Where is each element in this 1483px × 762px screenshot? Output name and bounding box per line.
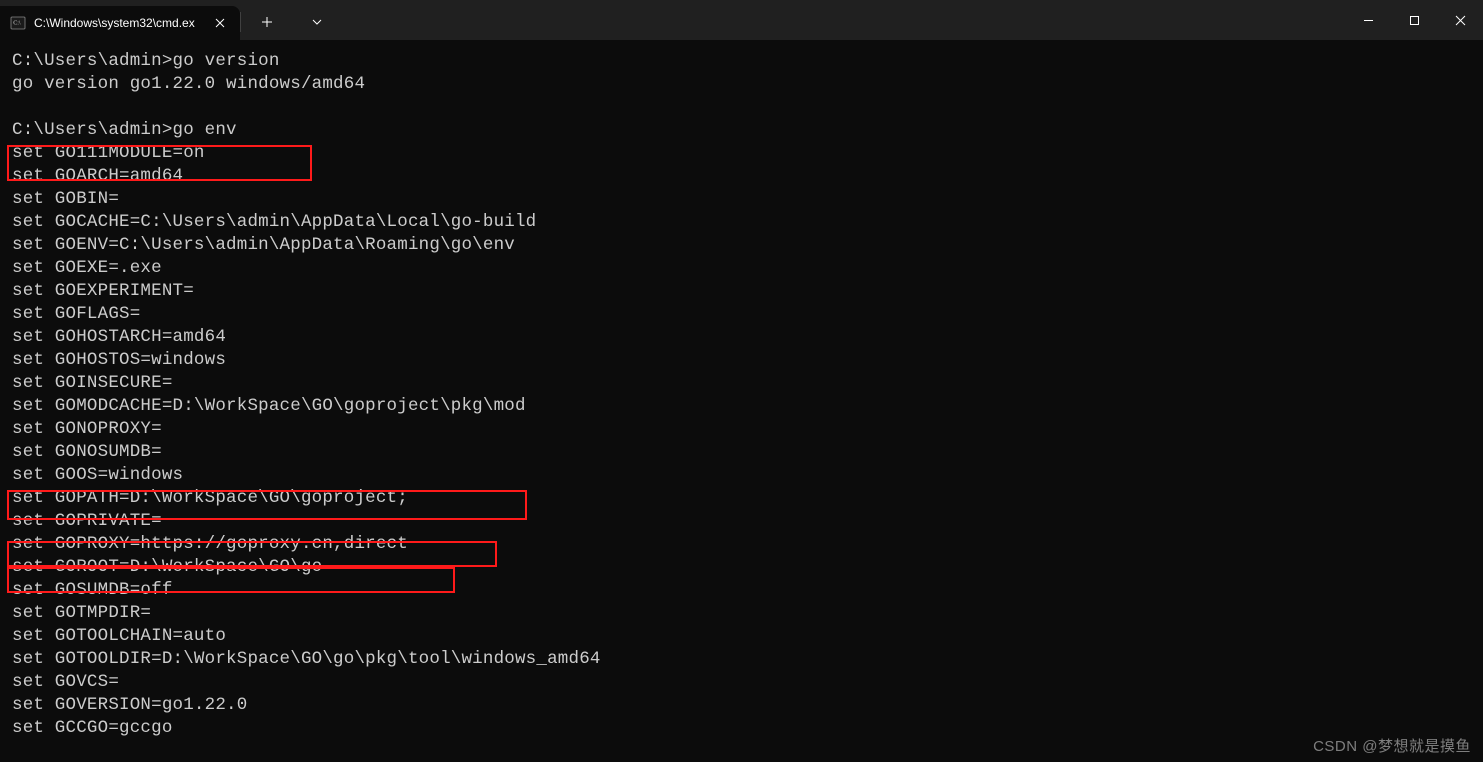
- terminal-line: set GOVERSION=go1.22.0: [12, 694, 1471, 717]
- terminal-line: set GOINSECURE=: [12, 372, 1471, 395]
- terminal-line: set GOBIN=: [12, 188, 1471, 211]
- terminal-line: C:\Users\admin>go env: [12, 119, 1471, 142]
- terminal-line: set GOMODCACHE=D:\WorkSpace\GO\goproject…: [12, 395, 1471, 418]
- terminal-tab[interactable]: C:\ C:\Windows\system32\cmd.ex: [0, 6, 240, 40]
- terminal-line: set GOPATH=D:\WorkSpace\GO\goproject;: [12, 487, 1471, 510]
- cmd-icon: C:\: [10, 15, 26, 31]
- terminal-line: C:\Users\admin>go version: [12, 50, 1471, 73]
- terminal-line: set GOOS=windows: [12, 464, 1471, 487]
- terminal-output[interactable]: C:\Users\admin>go versiongo version go1.…: [0, 40, 1483, 746]
- watermark: CSDN @梦想就是摸鱼: [1313, 735, 1471, 756]
- terminal-line: set GOTOOLCHAIN=auto: [12, 625, 1471, 648]
- tab-dropdown-button[interactable]: [301, 6, 333, 38]
- svg-text:C:\: C:\: [13, 21, 21, 27]
- tab-controls: [241, 4, 343, 40]
- terminal-line: set GOPROXY=https://goproxy.cn,direct: [12, 533, 1471, 556]
- terminal-line: set GOENV=C:\Users\admin\AppData\Roaming…: [12, 234, 1471, 257]
- terminal-line: set GOARCH=amd64: [12, 165, 1471, 188]
- minimize-button[interactable]: [1345, 0, 1391, 40]
- terminal-line: set GOHOSTOS=windows: [12, 349, 1471, 372]
- terminal-line: set GOTMPDIR=: [12, 602, 1471, 625]
- close-tab-button[interactable]: [212, 15, 228, 31]
- maximize-button[interactable]: [1391, 0, 1437, 40]
- terminal-line: set GOEXE=.exe: [12, 257, 1471, 280]
- terminal-line: go version go1.22.0 windows/amd64: [12, 73, 1471, 96]
- close-window-button[interactable]: [1437, 0, 1483, 40]
- terminal-line: [12, 96, 1471, 119]
- tab-label: C:\Windows\system32\cmd.ex: [34, 16, 204, 30]
- terminal-line: set GOHOSTARCH=amd64: [12, 326, 1471, 349]
- terminal-line: set GONOPROXY=: [12, 418, 1471, 441]
- titlebar: C:\ C:\Windows\system32\cmd.ex: [0, 0, 1483, 40]
- titlebar-drag-area[interactable]: [343, 0, 1345, 40]
- terminal-line: set GOCACHE=C:\Users\admin\AppData\Local…: [12, 211, 1471, 234]
- new-tab-button[interactable]: [251, 6, 283, 38]
- window-controls: [1345, 0, 1483, 40]
- terminal-line: set GOPRIVATE=: [12, 510, 1471, 533]
- terminal-line: set GOVCS=: [12, 671, 1471, 694]
- terminal-line: set GOEXPERIMENT=: [12, 280, 1471, 303]
- terminal-line: set GCCGO=gccgo: [12, 717, 1471, 740]
- terminal-line: set GOROOT=D:\WorkSpace\GO\go: [12, 556, 1471, 579]
- terminal-line: set GOFLAGS=: [12, 303, 1471, 326]
- terminal-line: set GOSUMDB=off: [12, 579, 1471, 602]
- terminal-line: set GOTOOLDIR=D:\WorkSpace\GO\go\pkg\too…: [12, 648, 1471, 671]
- terminal-line: set GO111MODULE=on: [12, 142, 1471, 165]
- terminal-line: set GONOSUMDB=: [12, 441, 1471, 464]
